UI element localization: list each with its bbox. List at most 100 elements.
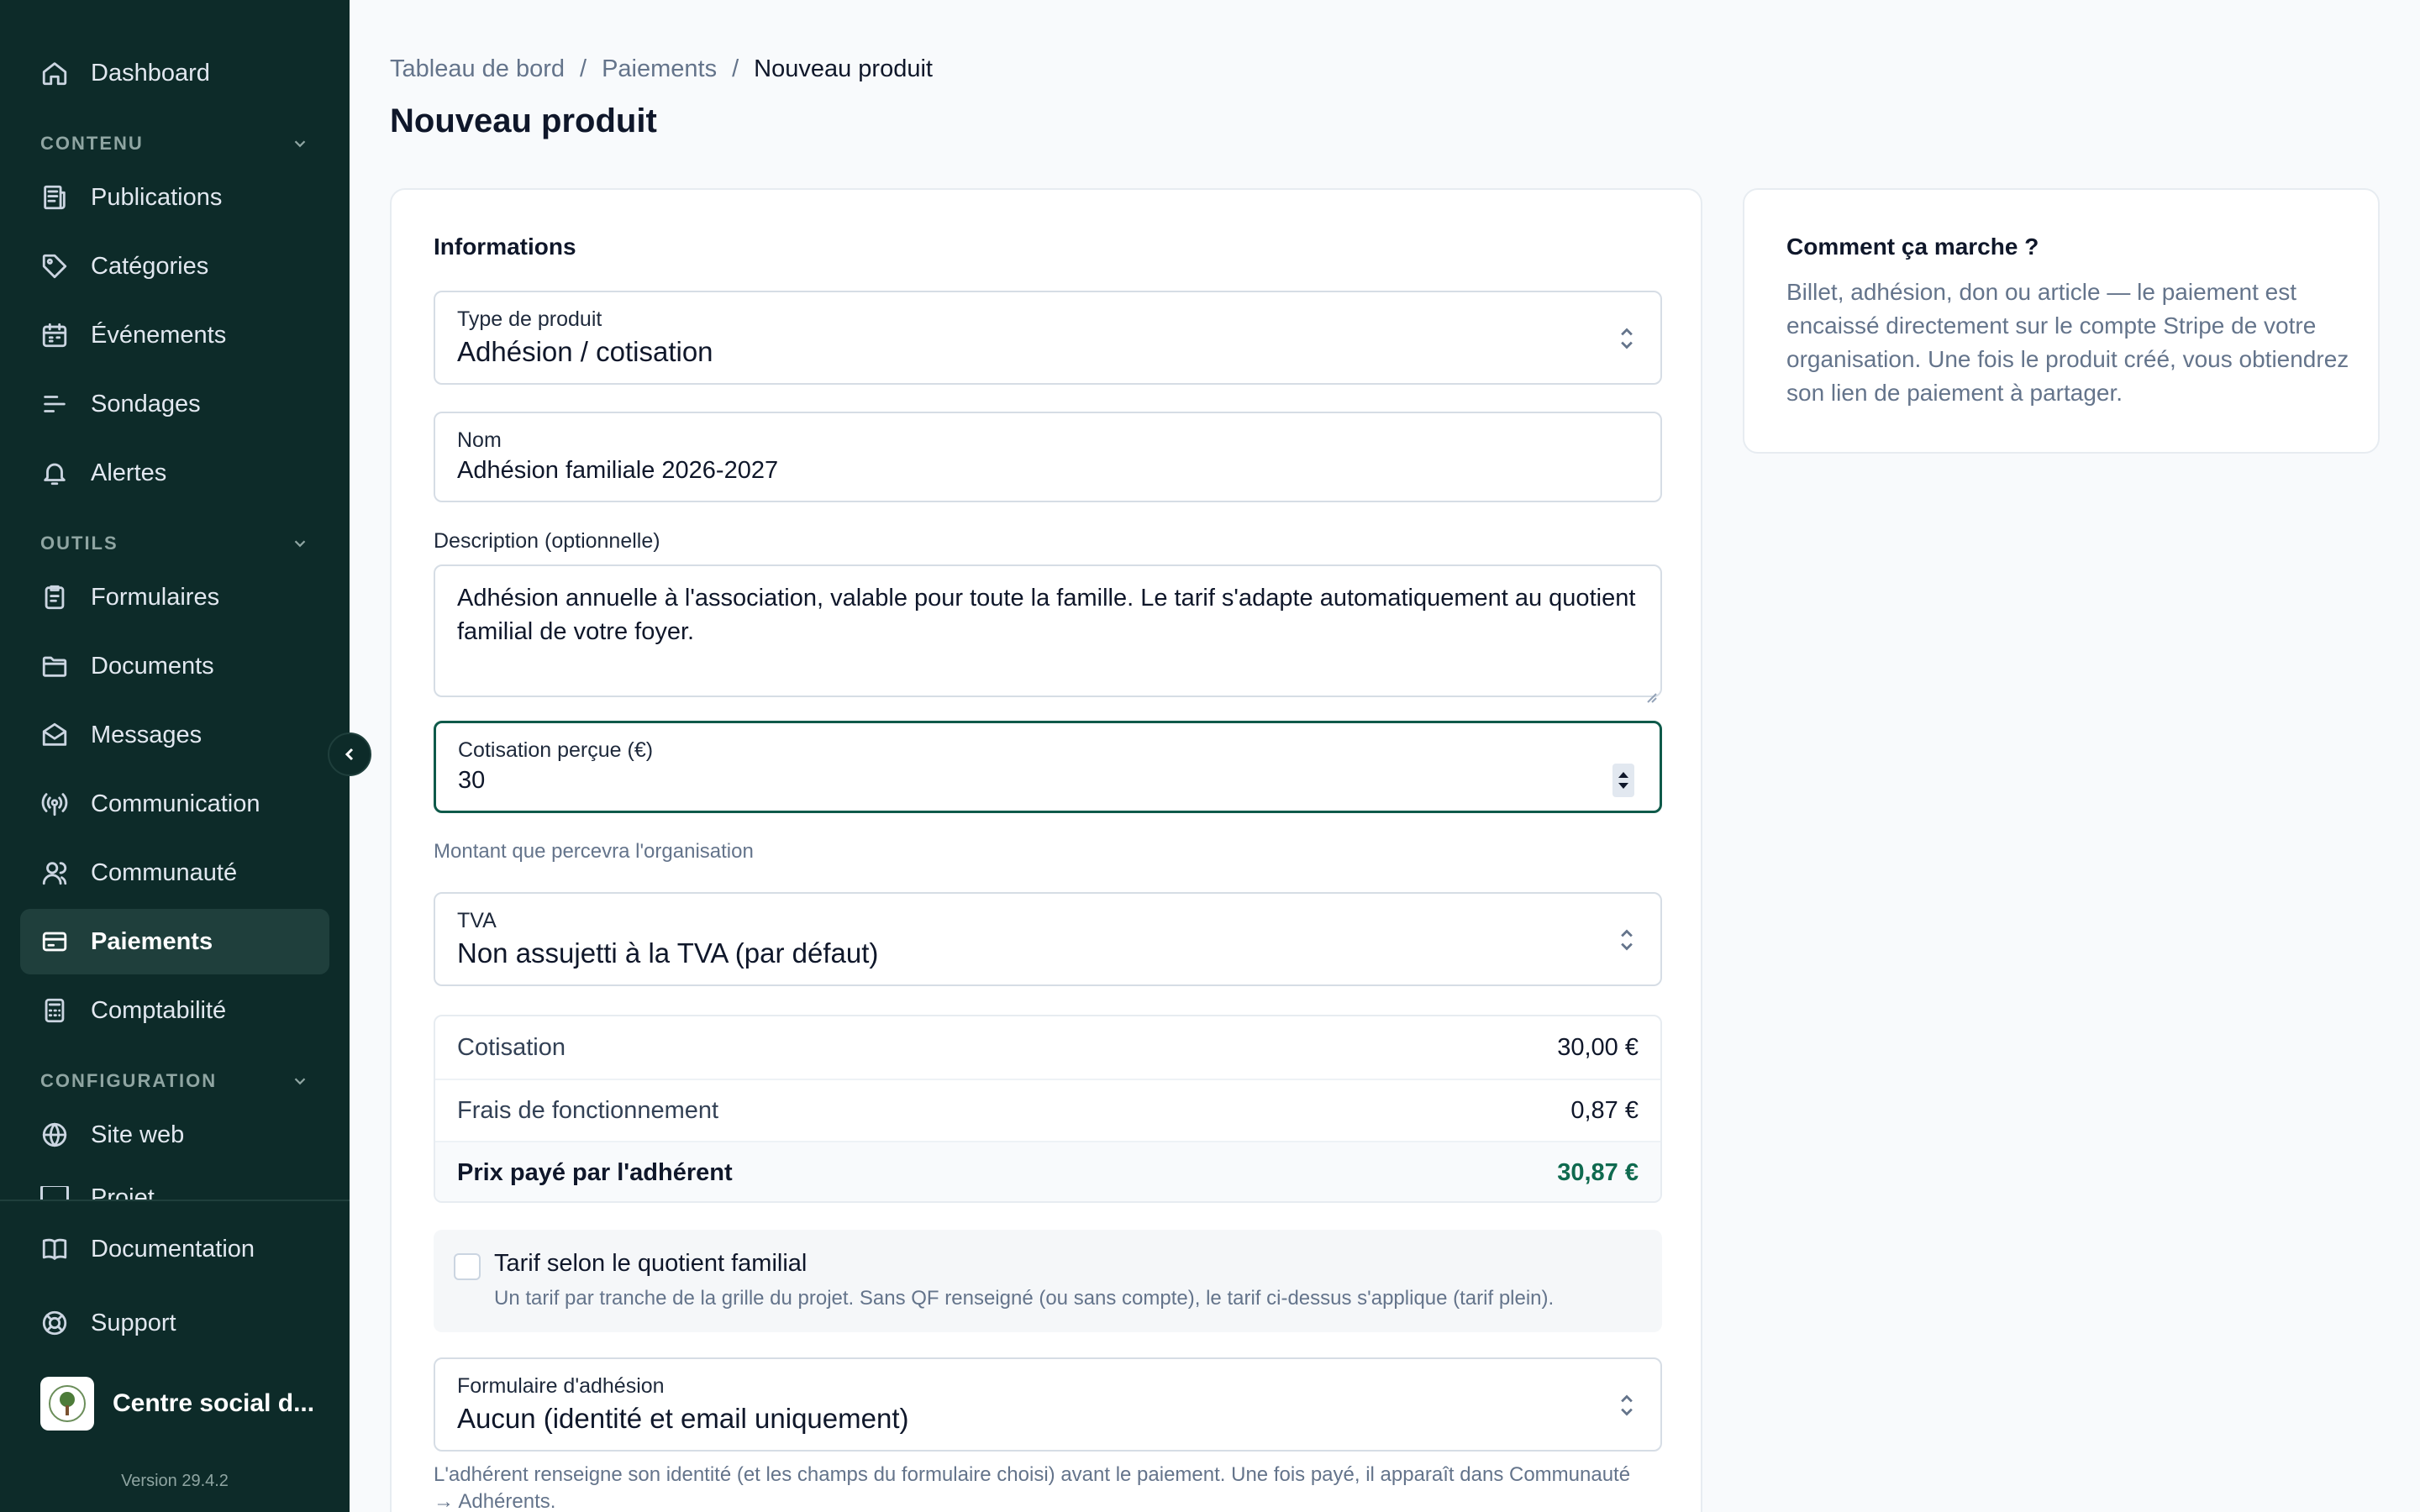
breadcrumb-current: Nouveau produit (754, 55, 933, 82)
qf-pricing-option: Tarif selon le quotient familial Un tari… (434, 1230, 1662, 1332)
amount-hint: Montant que percevra l'organisation (434, 840, 754, 863)
sidebar-item-paiements[interactable]: Paiements (20, 909, 329, 974)
sidebar-item-messages[interactable]: Messages (20, 702, 329, 768)
name-value: Adhésion familiale 2026-2027 (457, 457, 779, 484)
sidebar-item-formulaires[interactable]: Formulaires (20, 564, 329, 630)
home-icon (40, 59, 69, 87)
sidebar-item-label: Publications (91, 183, 223, 211)
membership-form-hint: L'adhérent renseigne son identité (et le… (434, 1463, 1631, 1512)
sidebar-item-evenements[interactable]: Événements (20, 302, 329, 368)
name-label: Nom (457, 428, 502, 452)
summary-label: Frais de fonctionnement (457, 1096, 719, 1124)
product-form-card: Informations Type de produit Adhésion / … (390, 188, 1702, 1512)
membership-form-value: Aucun (identité et email uniquement) (457, 1403, 909, 1434)
sidebar-item-publications[interactable]: Publications (20, 165, 329, 230)
sidebar-item-label: Paiements (91, 927, 213, 955)
lifebuoy-icon (40, 1309, 69, 1337)
number-stepper-icon[interactable] (1612, 764, 1634, 797)
organization-switcher[interactable]: Centre social d... (40, 1376, 326, 1431)
sidebar-item-label: Projet (91, 1186, 155, 1200)
section-header-contenu[interactable]: CONTENU (40, 131, 309, 156)
vat-select[interactable]: TVA Non assujetti à la TVA (par défaut) (434, 892, 1662, 986)
sidebar-item-label: Messages (91, 721, 203, 748)
sidebar-item-label: Catégories (91, 252, 209, 280)
book-icon (40, 1235, 69, 1263)
sidebar-item-sondages[interactable]: Sondages (20, 371, 329, 437)
vat-value: Non assujetti à la TVA (par défaut) (457, 937, 879, 969)
breadcrumb: Tableau de bord / Paiements / Nouveau pr… (390, 55, 933, 83)
breadcrumb-separator: / (732, 55, 739, 82)
calculator-icon (40, 996, 69, 1025)
chevron-up-down-icon (1615, 926, 1639, 954)
sidebar-item-projet[interactable]: Projet (20, 1186, 329, 1200)
project-icon (40, 1186, 69, 1200)
chevron-down-icon (294, 1078, 306, 1085)
organization-logo (40, 1377, 94, 1431)
membership-form-select[interactable]: Formulaire d'adhésion Aucun (identité et… (434, 1357, 1662, 1452)
sidebar-item-label: Dashboard (91, 59, 210, 87)
bell-icon (40, 459, 69, 487)
sidebar-item-alertes[interactable]: Alertes (20, 440, 329, 506)
sidebar-item-label: Documentation (91, 1235, 255, 1263)
section-header-configuration[interactable]: CONFIGURATION (40, 1068, 309, 1094)
sidebar-item-dashboard[interactable]: Dashboard (20, 40, 329, 106)
sidebar-item-label: Événements (91, 321, 227, 349)
description-label: Description (optionnelle) (434, 529, 660, 553)
help-title: Comment ça marche ? (1786, 234, 2039, 260)
qf-pricing-title[interactable]: Tarif selon le quotient familial (494, 1250, 807, 1278)
name-field[interactable]: Nom Adhésion familiale 2026-2027 (434, 412, 1662, 502)
folder-icon (40, 652, 69, 680)
amount-value: 30 (458, 767, 486, 794)
sidebar-item-categories[interactable]: Catégories (20, 234, 329, 299)
summary-total-value: 30,87 € (1557, 1158, 1639, 1186)
product-type-select[interactable]: Type de produit Adhésion / cotisation (434, 291, 1662, 385)
amount-field[interactable]: Cotisation perçue (€) 30 (434, 721, 1662, 813)
sidebar-item-site-web[interactable]: Site web (20, 1102, 329, 1168)
summary-value: 0,87 € (1570, 1096, 1639, 1124)
sidebar-item-label: Site web (91, 1121, 185, 1148)
qf-pricing-checkbox[interactable] (454, 1253, 481, 1280)
tag-icon (40, 252, 69, 281)
sidebar-item-label: Sondages (91, 390, 201, 417)
description-value: Adhésion annuelle à l'association, valab… (457, 585, 1636, 645)
chevron-up-down-icon (1615, 1391, 1639, 1420)
sidebar-item-label: Communauté (91, 858, 238, 886)
clipboard-icon (40, 583, 69, 612)
users-icon (40, 858, 69, 887)
sidebar-item-label: Formulaires (91, 583, 220, 611)
chevron-down-icon (294, 140, 306, 148)
breadcrumb-separator: / (580, 55, 587, 82)
summary-row: Cotisation 30,00 € (435, 1016, 1660, 1079)
sidebar-item-communication[interactable]: Communication (20, 771, 329, 837)
sidebar-item-comptabilite[interactable]: Comptabilité (20, 978, 329, 1043)
collapse-sidebar-button[interactable] (328, 732, 371, 776)
sidebar-item-label: Comptabilité (91, 996, 227, 1024)
credit-card-icon (40, 927, 69, 956)
sidebar: Dashboard CONTENU Publications Catégorie… (0, 0, 350, 1512)
sidebar-item-documents[interactable]: Documents (20, 633, 329, 699)
broadcast-icon (40, 790, 69, 818)
qf-pricing-description: Un tarif par tranche de la grille du pro… (494, 1287, 1555, 1310)
membership-form-label: Formulaire d'adhésion (457, 1374, 665, 1398)
sidebar-item-documentation[interactable]: Documentation (20, 1216, 329, 1282)
newspaper-icon (40, 183, 69, 212)
poll-icon (40, 390, 69, 418)
summary-total-row: Prix payé par l'adhérent 30,87 € (435, 1141, 1660, 1201)
product-type-value: Adhésion / cotisation (457, 336, 713, 367)
section-header-outils[interactable]: OUTILS (40, 531, 309, 556)
form-section-title: Informations (434, 234, 576, 260)
breadcrumb-paiements[interactable]: Paiements (602, 55, 717, 83)
breadcrumb-tableau-de-bord[interactable]: Tableau de bord (390, 55, 565, 83)
price-summary: Cotisation 30,00 € Frais de fonctionneme… (434, 1015, 1662, 1203)
summary-value: 30,00 € (1557, 1033, 1639, 1061)
sidebar-item-support[interactable]: Support (20, 1290, 329, 1356)
chevron-up-down-icon (1615, 324, 1639, 353)
description-textarea[interactable]: Adhésion annuelle à l'association, valab… (434, 564, 1662, 703)
mail-icon (40, 721, 69, 749)
sidebar-item-communaute[interactable]: Communauté (20, 840, 329, 906)
chevron-left-icon (345, 748, 354, 761)
amount-label: Cotisation perçue (€) (458, 738, 654, 762)
resize-handle-icon[interactable] (1644, 679, 1657, 703)
sidebar-divider (0, 1200, 350, 1201)
app-version: Version 29.4.2 (121, 1472, 229, 1490)
